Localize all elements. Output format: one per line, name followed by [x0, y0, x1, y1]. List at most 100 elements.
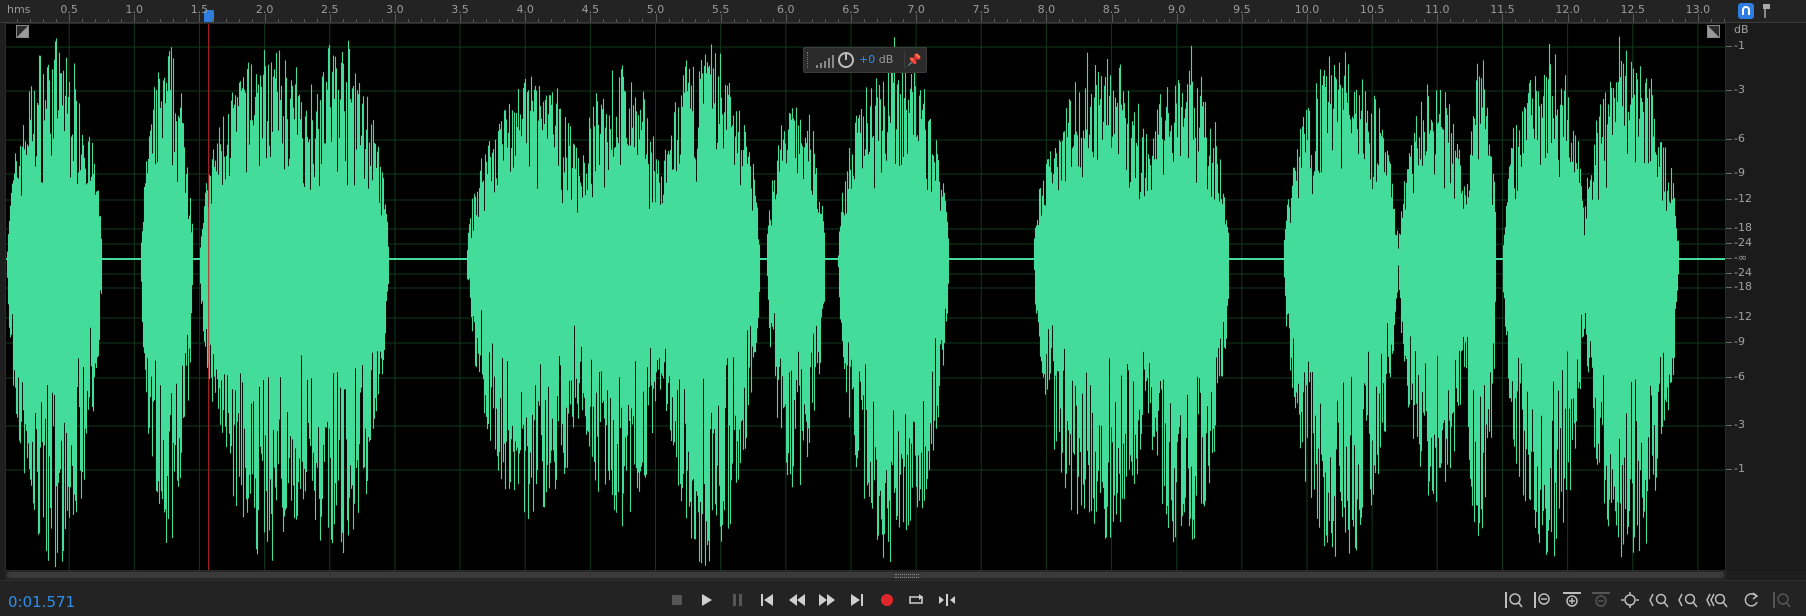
ruler-minor-tick — [1580, 19, 1582, 22]
time-ruler[interactable]: hms 0.5 1.0 1.5 2.0 2.5 3.0 3.5 4.0 4.5 5.0 5.5 6.0… — [0, 0, 1726, 23]
waveform-display[interactable]: +0 dB 📌 — [5, 23, 1726, 571]
ruler-minor-tick — [1619, 19, 1621, 22]
ruler-minor-tick — [199, 19, 201, 22]
ruler-minor-tick — [916, 19, 918, 22]
zoom-in-amplitude-icon[interactable] — [1503, 591, 1525, 609]
ruler-minor-tick — [303, 19, 305, 22]
db-label: -24 — [1734, 266, 1752, 279]
ruler-minor-tick — [1385, 19, 1387, 22]
ruler-label: 9.5 — [1233, 3, 1251, 16]
ruler-label: 7.5 — [972, 3, 991, 16]
hud-gain-control[interactable]: +0 dB 📌 — [803, 47, 927, 73]
ruler-minor-tick — [56, 19, 58, 22]
ruler-minor-tick — [381, 19, 383, 22]
stop-icon[interactable] — [667, 591, 687, 609]
current-time-display[interactable]: 0:01.571 — [8, 593, 75, 611]
ruler-minor-tick — [420, 19, 422, 22]
ruler-minor-tick — [1554, 19, 1556, 22]
ruler-minor-tick — [82, 19, 84, 22]
ruler-minor-tick — [1658, 19, 1660, 22]
ruler-minor-tick — [577, 19, 579, 22]
ruler-minor-tick — [316, 19, 318, 22]
hud-grip-icon[interactable] — [807, 52, 810, 68]
ruler-minor-tick — [590, 19, 592, 22]
ruler-minor-tick — [1111, 19, 1113, 22]
zoom-reset-icon[interactable] — [1740, 591, 1762, 609]
ruler-minor-tick — [17, 19, 19, 22]
scrollbar-thumb[interactable] — [7, 572, 1724, 578]
ruler-minor-tick — [837, 19, 839, 22]
gain-value[interactable]: +0 — [859, 53, 875, 66]
db-label: -9 — [1734, 335, 1745, 348]
gain-readout[interactable]: +0 dB — [859, 53, 893, 66]
zoom-out-time-icon[interactable] — [1590, 591, 1612, 609]
db-tick — [1726, 90, 1732, 91]
ruler-minor-tick — [1228, 19, 1230, 22]
db-tick — [1726, 173, 1732, 174]
loop-playback-icon[interactable] — [907, 591, 927, 609]
ruler-minor-tick — [1502, 19, 1504, 22]
marker-pin-icon[interactable] — [1760, 3, 1774, 19]
db-tick — [1726, 342, 1732, 343]
ruler-minor-tick — [850, 19, 852, 22]
db-label: -6 — [1734, 132, 1745, 145]
top-right-controls — [1726, 0, 1806, 23]
ruler-minor-tick — [1684, 19, 1686, 22]
waveform-canvas[interactable] — [6, 24, 1725, 570]
fast-forward-icon[interactable] — [817, 591, 837, 609]
play-icon[interactable] — [697, 591, 717, 609]
ruler-minor-tick — [1671, 19, 1673, 22]
ruler-minor-tick — [981, 19, 983, 22]
db-tick — [1726, 139, 1732, 140]
ruler-minor-tick — [1632, 19, 1634, 22]
ruler-minor-tick — [1398, 19, 1400, 22]
ruler-minor-tick — [694, 19, 696, 22]
gain-knob[interactable] — [838, 52, 854, 68]
ruler-minor-tick — [1645, 19, 1647, 22]
zoom-fit-icon[interactable] — [1771, 591, 1793, 609]
ruler-minor-tick — [1046, 19, 1048, 22]
ruler-minor-tick — [1176, 19, 1178, 22]
ruler-minor-tick — [1372, 19, 1374, 22]
zoom-out-amplitude-icon[interactable] — [1532, 591, 1554, 609]
scrollbar-grip[interactable] — [895, 574, 919, 578]
ruler-minor-tick — [1476, 19, 1478, 22]
ruler-label: 4.0 — [516, 3, 534, 16]
go-to-end-icon[interactable] — [847, 591, 867, 609]
rewind-icon[interactable] — [787, 591, 807, 609]
zoom-in-at-start-icon[interactable] — [1648, 591, 1670, 609]
zoom-in-time-icon[interactable] — [1561, 591, 1583, 609]
ruler-minor-tick — [772, 19, 774, 22]
ruler-minor-tick — [290, 19, 292, 22]
skip-selection-icon[interactable] — [937, 591, 957, 609]
db-tick — [1726, 317, 1732, 318]
ruler-minor-tick — [746, 19, 748, 22]
horizontal-scrollbar[interactable] — [5, 571, 1726, 580]
ruler-minor-tick — [642, 19, 644, 22]
ruler-minor-tick — [733, 19, 735, 22]
snap-icon[interactable] — [1738, 3, 1754, 19]
ruler-minor-tick — [1085, 19, 1087, 22]
ruler-minor-tick — [121, 19, 123, 22]
fade-in-handle-icon[interactable] — [16, 25, 29, 38]
pause-icon[interactable] — [728, 591, 748, 609]
zoom-to-selection-icon[interactable] — [1619, 591, 1641, 609]
ruler-minor-tick — [173, 19, 175, 22]
ruler-minor-tick — [1280, 19, 1282, 22]
ruler-minor-tick — [1697, 19, 1699, 22]
db-scale[interactable]: dB -1 -3 -6 -9 -12 -18 -24 -∞ -24 -18 -12 -9 -6 -3 -1 — [1726, 23, 1806, 571]
zoom-out-full-icon[interactable] — [1706, 591, 1728, 609]
ruler-minor-tick — [212, 19, 214, 22]
db-label: -6 — [1734, 370, 1745, 383]
waveform-path — [6, 36, 1725, 568]
fade-out-handle-icon[interactable] — [1707, 25, 1720, 38]
record-icon[interactable] — [877, 591, 897, 609]
ruler-minor-tick — [1567, 19, 1569, 22]
ruler-label: 3.0 — [386, 3, 404, 16]
go-to-start-icon[interactable] — [757, 591, 777, 609]
waveform-trace — [6, 36, 1725, 568]
ruler-minor-tick — [603, 19, 605, 22]
ruler-minor-tick — [1098, 19, 1100, 22]
pin-icon[interactable]: 📌 — [904, 51, 923, 69]
zoom-in-at-end-icon[interactable] — [1677, 591, 1699, 609]
